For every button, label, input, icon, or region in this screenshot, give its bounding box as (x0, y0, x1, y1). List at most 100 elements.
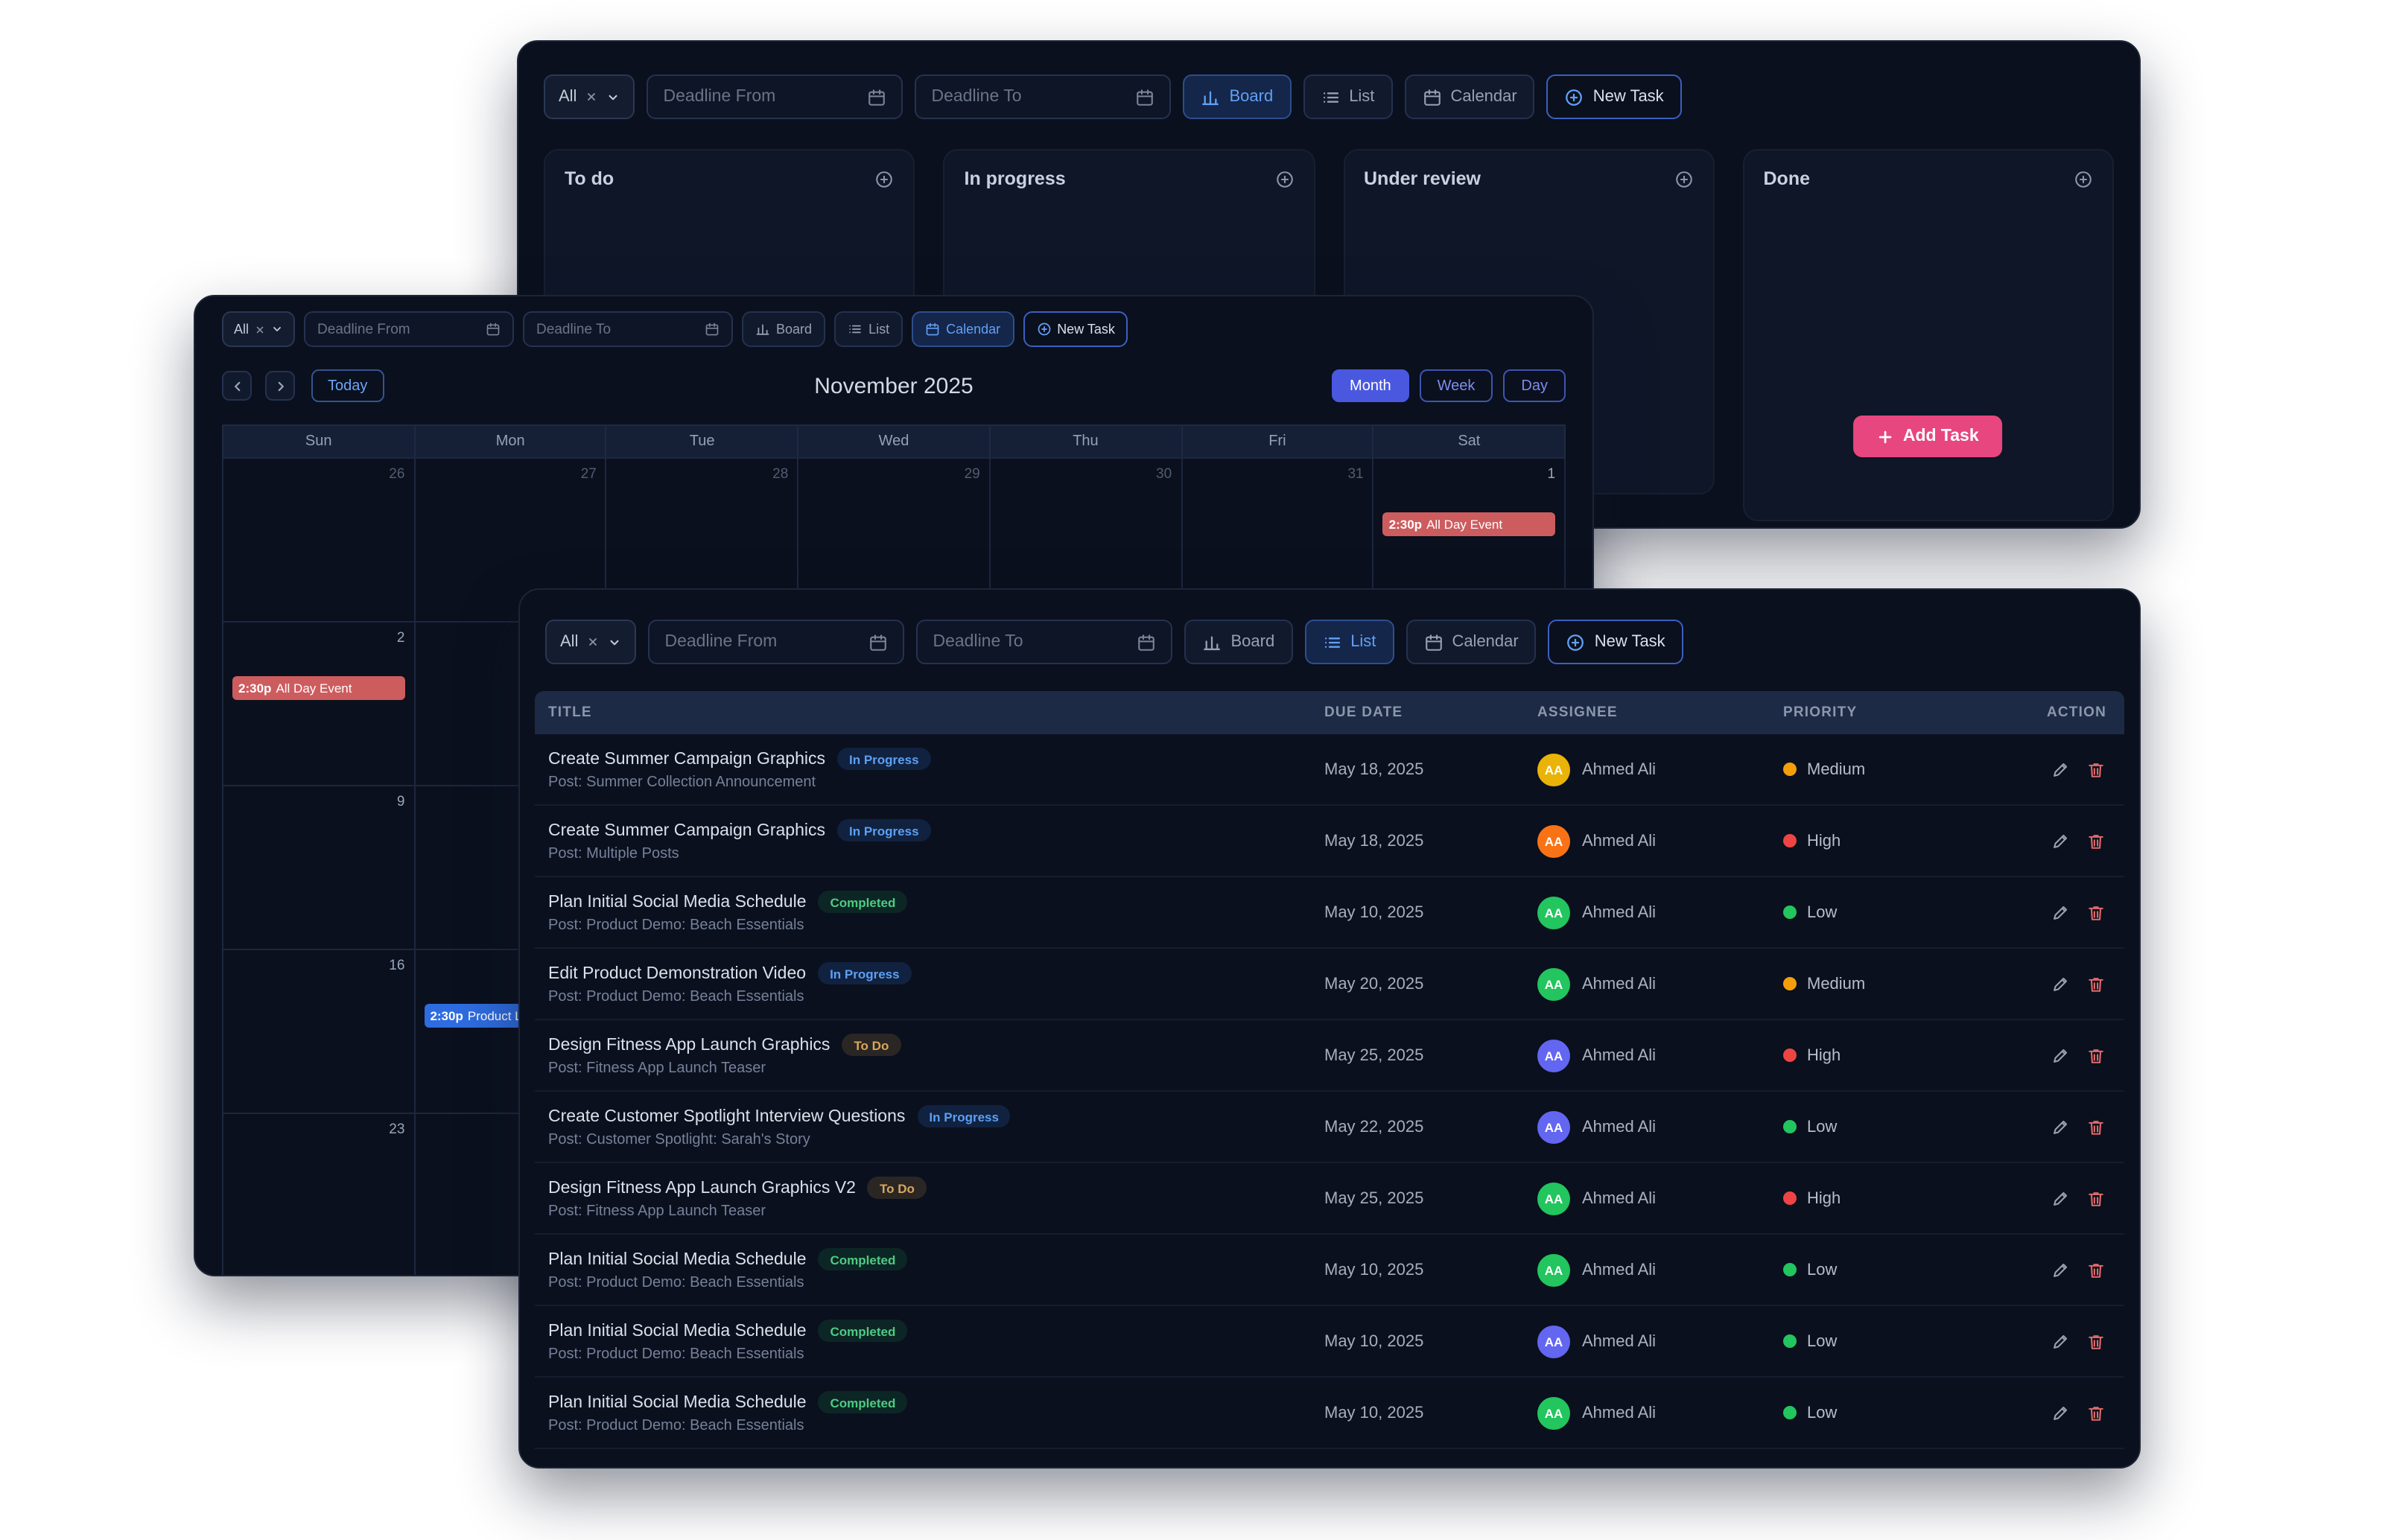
task-title-cell: Create Summer Campaign Graphics In Progr… (535, 819, 1324, 862)
add-task-button[interactable]: Add Task (1854, 416, 2003, 457)
task-subtitle: Post: Summer Collection Announcement (548, 774, 1324, 791)
pencil-icon (2050, 830, 2071, 851)
task-priority: Medium (1783, 760, 2044, 778)
task-title: Design Fitness App Launch Graphics V2 (548, 1179, 856, 1197)
delete-task-button[interactable] (2086, 1188, 2106, 1209)
delete-task-button[interactable] (2086, 1045, 2106, 1066)
new-task-button[interactable]: New Task (1547, 74, 1682, 119)
new-task-button[interactable]: New Task (1549, 620, 1683, 664)
calendar-day-cell[interactable]: 9 (223, 786, 415, 949)
today-button[interactable]: Today (311, 369, 384, 402)
event-title: All Day Event (1426, 517, 1502, 532)
priority-dot (1783, 977, 1797, 990)
calendar-day-cell[interactable]: 22:30pAll Day Event (223, 623, 415, 785)
next-month-button[interactable] (265, 371, 295, 401)
column-header-assignee: ASSIGNEE (1537, 704, 1783, 721)
delete-task-button[interactable] (2086, 1116, 2106, 1137)
delete-task-button[interactable] (2086, 830, 2106, 851)
event-time: 2:30p (430, 1008, 463, 1023)
column-header-action: ACTION (2044, 704, 2124, 721)
deadline-from-input[interactable]: Deadline From (304, 311, 514, 347)
task-assignee: AA Ahmed Ali (1537, 753, 1783, 786)
task-actions (2044, 1116, 2124, 1137)
delete-task-button[interactable] (2086, 759, 2106, 780)
edit-task-button[interactable] (2050, 1402, 2071, 1423)
trash-icon (2086, 902, 2106, 923)
priority-label: Low (1807, 903, 1837, 921)
calendar-day-cell[interactable]: 26 (223, 459, 415, 621)
task-title: Create Customer Spotlight Interview Ques… (548, 1107, 905, 1125)
status-filter-dropdown[interactable]: All (545, 620, 636, 664)
task-actions (2044, 1045, 2124, 1066)
calendar-view-button[interactable]: Calendar (1404, 74, 1534, 119)
task-row: Design Fitness App Launch Graphics V2 To… (535, 1163, 2124, 1235)
column-done: Done Add Task (1743, 149, 2115, 521)
calendar-day-cell[interactable]: 16 (223, 950, 415, 1113)
list-icon (1321, 87, 1340, 106)
calendar-view-button[interactable]: Calendar (1406, 620, 1536, 664)
task-title-cell: Edit Product Demonstration Video In Prog… (535, 962, 1324, 1005)
status-chip: To Do (868, 1177, 927, 1199)
calendar-event[interactable]: 2:30pAll Day Event (1383, 512, 1555, 536)
trash-icon (2086, 1188, 2106, 1209)
delete-task-button[interactable] (2086, 902, 2106, 923)
add-card-button[interactable] (2074, 169, 2093, 188)
task-subtitle: Post: Customer Spotlight: Sarah's Story (548, 1132, 1324, 1148)
trash-icon (2086, 1116, 2106, 1137)
edit-task-button[interactable] (2050, 902, 2071, 923)
calendar-view-button[interactable]: Calendar (912, 311, 1014, 347)
calendar-view-label: Calendar (1452, 633, 1518, 651)
task-subtitle: Post: Fitness App Launch Teaser (548, 1203, 1324, 1220)
deadline-to-input[interactable]: Deadline To (523, 311, 733, 347)
task-due-date: May 25, 2025 (1324, 1046, 1537, 1064)
add-card-button[interactable] (1274, 169, 1294, 188)
board-view-button[interactable]: Board (1183, 74, 1291, 119)
filter-bar: All Deadline From Deadline To Board List (545, 620, 2114, 664)
day-view-button[interactable]: Day (1503, 369, 1566, 402)
calendar-date-number: 29 (807, 466, 979, 484)
add-card-button[interactable] (1674, 169, 1694, 188)
list-view-button[interactable]: List (1304, 620, 1394, 664)
calendar-event[interactable]: 2:30pAll Day Event (232, 676, 404, 700)
status-filter-dropdown[interactable]: All (544, 74, 635, 119)
list-icon (1322, 632, 1341, 652)
clear-filter-icon[interactable] (585, 91, 597, 103)
calendar-day-cell[interactable]: 23 (223, 1114, 415, 1276)
edit-task-button[interactable] (2050, 1045, 2071, 1066)
board-view-button[interactable]: Board (742, 311, 825, 347)
list-icon (848, 322, 863, 337)
prev-month-button[interactable] (222, 371, 252, 401)
delete-task-button[interactable] (2086, 1402, 2106, 1423)
new-task-button[interactable]: New Task (1023, 311, 1128, 347)
add-card-button[interactable] (875, 169, 895, 188)
week-view-button[interactable]: Week (1420, 369, 1493, 402)
task-due-date: May 10, 2025 (1324, 1261, 1537, 1279)
task-actions (2044, 1402, 2124, 1423)
priority-dot (1783, 1406, 1797, 1419)
edit-task-button[interactable] (2050, 1188, 2071, 1209)
clear-filter-icon[interactable] (587, 636, 599, 648)
status-chip: Completed (819, 1248, 908, 1270)
deadline-to-input[interactable]: Deadline To (915, 74, 1171, 119)
deadline-from-input[interactable]: Deadline From (648, 620, 904, 664)
deadline-to-input[interactable]: Deadline To (916, 620, 1172, 664)
edit-task-button[interactable] (2050, 1331, 2071, 1352)
edit-task-button[interactable] (2050, 830, 2071, 851)
status-filter-dropdown[interactable]: All (222, 311, 295, 347)
board-view-button[interactable]: Board (1184, 620, 1292, 664)
edit-task-button[interactable] (2050, 1259, 2071, 1280)
priority-dot (1783, 906, 1797, 919)
delete-task-button[interactable] (2086, 973, 2106, 994)
delete-task-button[interactable] (2086, 1331, 2106, 1352)
column-title: In progress (965, 168, 1066, 189)
edit-task-button[interactable] (2050, 759, 2071, 780)
list-view-button[interactable]: List (1303, 74, 1392, 119)
task-row: Create Customer Spotlight Interview Ques… (535, 1092, 2124, 1163)
list-view-button[interactable]: List (834, 311, 903, 347)
edit-task-button[interactable] (2050, 1116, 2071, 1137)
edit-task-button[interactable] (2050, 973, 2071, 994)
clear-filter-icon[interactable] (255, 324, 265, 334)
deadline-from-input[interactable]: Deadline From (647, 74, 903, 119)
month-view-button[interactable]: Month (1332, 369, 1409, 402)
delete-task-button[interactable] (2086, 1259, 2106, 1280)
